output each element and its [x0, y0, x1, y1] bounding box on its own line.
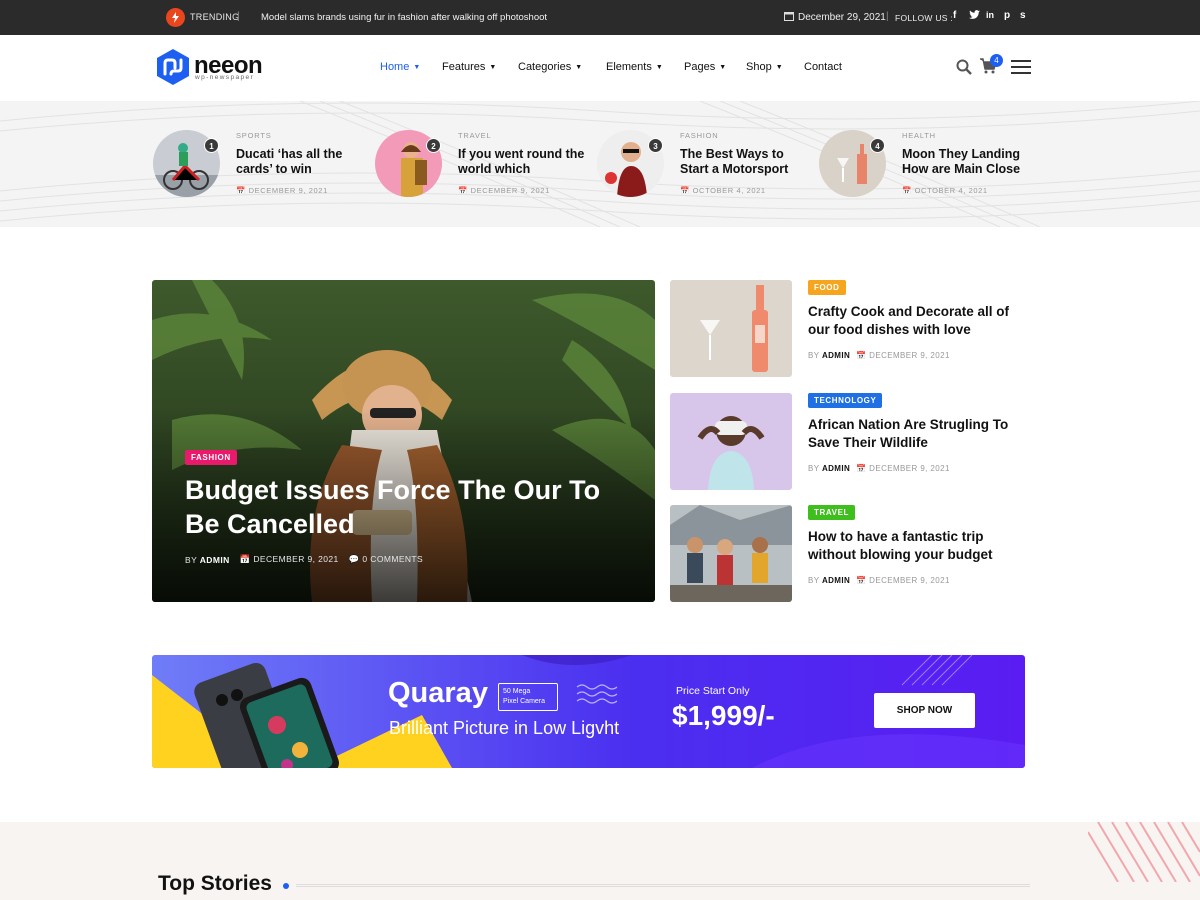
post-date: 📅 OCTOBER 4, 2021 [680, 186, 766, 195]
rank-badge: 3 [648, 138, 663, 153]
post-date: 📅 DECEMBER 9, 2021 [458, 186, 550, 195]
chevron-down-icon: ▼ [575, 63, 583, 71]
trending-strip: 1 SPORTS Ducati ‘has all the cards’ to w… [0, 101, 1200, 227]
author[interactable]: BY ADMIN [808, 576, 850, 585]
post-date: 📅 DECEMBER 9, 2021 [239, 554, 339, 564]
post-title[interactable]: Crafty Cook and Decorate all of our food… [808, 303, 1028, 338]
nav-elements[interactable]: Elements ▼ [606, 61, 663, 73]
banner-subtitle: Brilliant Picture in Low Ligvht [389, 718, 620, 738]
section-divider [296, 884, 1030, 887]
author[interactable]: BY ADMIN [808, 464, 850, 473]
section-dot [283, 883, 289, 889]
follow-us-label: FOLLOW US : [895, 13, 954, 23]
comments-link[interactable]: 💬 0 COMMENTS [349, 554, 423, 565]
trending-item[interactable]: 1 SPORTS Ducati ‘has all the cards’ to w… [153, 130, 363, 200]
trending-title[interactable]: If you went round the world which [458, 147, 588, 177]
hamburger-menu-icon[interactable] [1011, 60, 1031, 74]
rank-badge: 2 [426, 138, 441, 153]
promo-banner[interactable]: Quaray 50 Mega Pixel Camera Brilliant Pic… [152, 655, 1025, 768]
post-thumbnail[interactable] [670, 280, 792, 377]
post-meta: BY ADMIN 📅 DECEMBER 9, 2021 [808, 464, 950, 473]
logo-tagline: wp-newspaper [195, 74, 255, 81]
logo-icon[interactable] [157, 49, 189, 85]
rank-badge: 4 [870, 138, 885, 153]
cart-count-badge: 4 [990, 54, 1003, 67]
top-bar: TRENDING | Model slams brands using fur … [0, 0, 1200, 35]
search-icon[interactable] [956, 59, 972, 75]
twitter-icon[interactable] [969, 10, 980, 23]
skype-icon[interactable]: s [1020, 10, 1026, 21]
post-thumbnail[interactable] [670, 393, 792, 490]
post-thumbnail[interactable] [670, 505, 792, 602]
chevron-down-icon: ▼ [719, 63, 727, 71]
banner-price: $1,999/- [672, 700, 775, 731]
trending-title[interactable]: The Best Ways to Start a Motorsport [680, 147, 810, 177]
post-meta: BY ADMIN 📅 DECEMBER 9, 2021 [808, 351, 950, 360]
trending-label: TRENDING [190, 12, 240, 22]
trending-item[interactable]: 4 HEALTH Moon They Landing How are Main … [819, 130, 1029, 200]
chevron-down-icon: ▼ [413, 63, 421, 71]
lightning-icon [166, 8, 185, 27]
shop-now-button[interactable]: SHOP NOW [874, 693, 975, 728]
side-post[interactable]: FOOD Crafty Cook and Decorate all of our… [670, 280, 1030, 378]
featured-title[interactable]: Budget Issues Force The Our To Be Cancel… [185, 473, 625, 541]
post-date: 📅 OCTOBER 4, 2021 [902, 186, 988, 195]
featured-post[interactable]: FASHION Budget Issues Force The Our To B… [152, 280, 655, 602]
nav-contact[interactable]: Contact [804, 61, 842, 73]
side-post[interactable]: TRAVEL How to have a fantastic trip with… [670, 505, 1030, 603]
nav-features[interactable]: Features ▼ [442, 61, 496, 73]
category-label[interactable]: FASHION [680, 131, 719, 140]
post-date: 📅 DECEMBER 9, 2021 [856, 464, 950, 473]
post-date: 📅 DECEMBER 9, 2021 [236, 186, 328, 195]
banner-brand: Quaray [388, 677, 488, 709]
nav-categories[interactable]: Categories ▼ [518, 61, 582, 73]
nav-pages[interactable]: Pages ▼ [684, 61, 726, 73]
category-label[interactable]: TRAVEL [458, 131, 491, 140]
pinterest-icon[interactable]: p [1004, 10, 1010, 21]
linkedin-icon[interactable]: in [986, 10, 994, 20]
post-title[interactable]: African Nation Are Strugling To Save The… [808, 416, 1028, 451]
chevron-down-icon: ▼ [775, 63, 783, 71]
nav-home[interactable]: Home ▼ [380, 61, 420, 73]
author[interactable]: BY ADMIN [808, 351, 850, 360]
decorative-stripes [1088, 822, 1200, 882]
category-label[interactable]: HEALTH [902, 131, 936, 140]
category-label[interactable]: SPORTS [236, 131, 272, 140]
category-badge[interactable]: FOOD [808, 280, 846, 295]
trending-item[interactable]: 3 FASHION The Best Ways to Start a Motor… [597, 130, 807, 200]
side-post[interactable]: TECHNOLOGY African Nation Are Strugling … [670, 393, 1030, 491]
banner-tag: 50 Mega Pixel Camera [498, 683, 558, 711]
post-title[interactable]: How to have a fantastic trip without blo… [808, 528, 1028, 563]
category-badge[interactable]: TRAVEL [808, 505, 856, 520]
divider: | [886, 11, 889, 22]
trending-news-link[interactable]: Model slams brands using fur in fashion … [261, 12, 547, 23]
top-stories-section: Top Stories [0, 822, 1200, 900]
rank-badge: 1 [204, 138, 219, 153]
author[interactable]: BY ADMIN [185, 555, 230, 565]
current-date: December 29, 2021 [798, 12, 886, 23]
category-badge[interactable]: FASHION [185, 450, 237, 465]
trending-title[interactable]: Ducati ‘has all the cards’ to win [236, 147, 366, 177]
divider: | [237, 11, 240, 22]
trending-title[interactable]: Moon They Landing How are Main Close [902, 147, 1032, 177]
post-date: 📅 DECEMBER 9, 2021 [856, 576, 950, 585]
trending-item[interactable]: 2 TRAVEL If you went round the world whi… [375, 130, 585, 200]
chevron-down-icon: ▼ [655, 63, 663, 71]
calendar-icon [784, 12, 794, 21]
section-title: Top Stories [158, 872, 272, 895]
category-badge[interactable]: TECHNOLOGY [808, 393, 883, 408]
post-meta: BY ADMIN 📅 DECEMBER 9, 2021 💬 0 COMMENTS [185, 554, 423, 565]
nav-shop[interactable]: Shop ▼ [746, 61, 783, 73]
price-label: Price Start Only [676, 685, 750, 697]
chevron-down-icon: ▼ [489, 63, 497, 71]
post-meta: BY ADMIN 📅 DECEMBER 9, 2021 [808, 576, 950, 585]
post-date: 📅 DECEMBER 9, 2021 [856, 351, 950, 360]
facebook-icon[interactable]: f [953, 10, 956, 21]
